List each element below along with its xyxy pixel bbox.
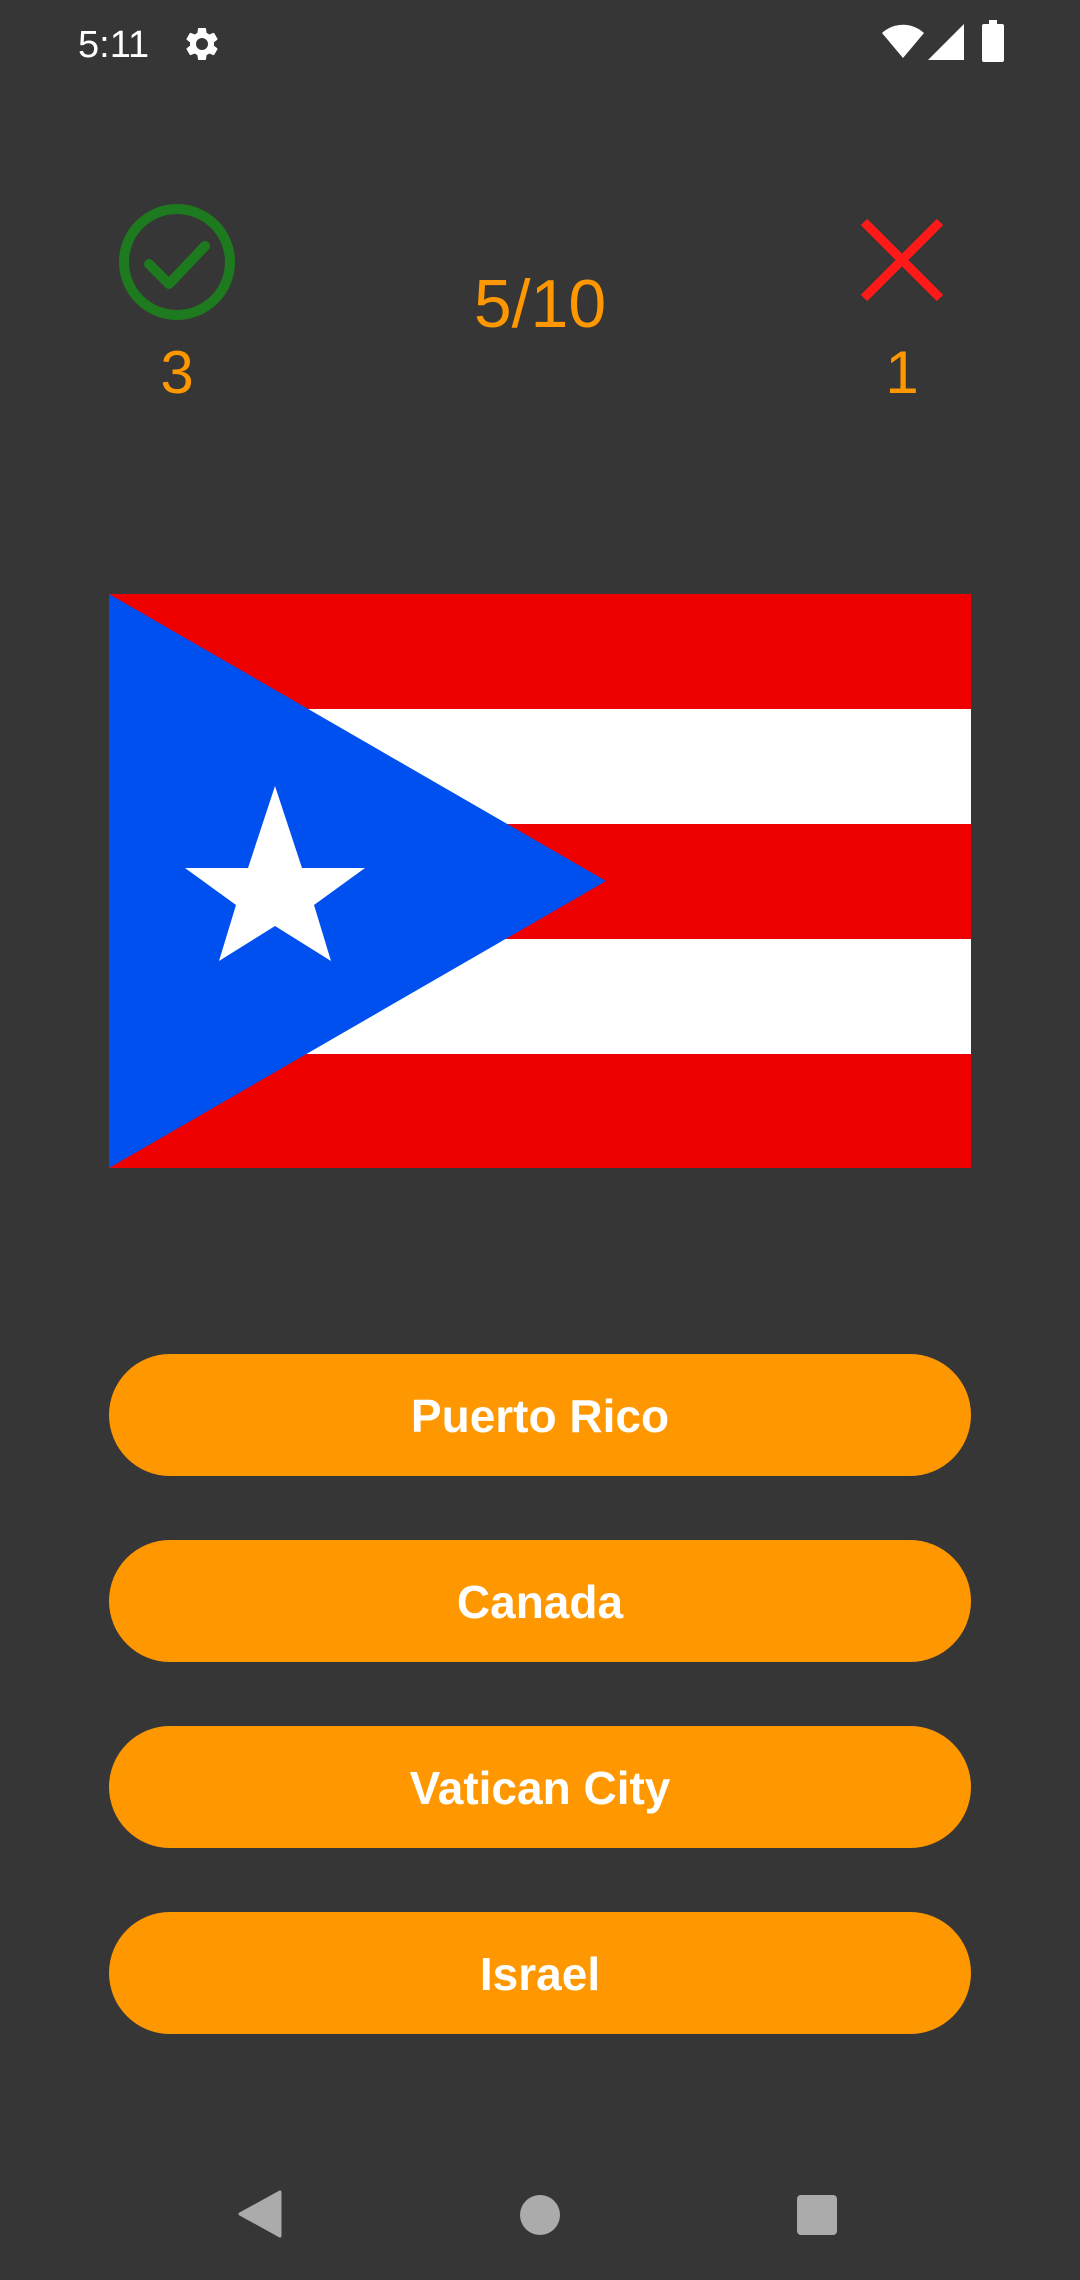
question-progress: 5/10 — [473, 266, 607, 342]
status-bar: 5:11 — [0, 0, 1080, 90]
wrong-count: 1 — [885, 339, 919, 406]
flag-image — [109, 594, 971, 1168]
close-icon — [860, 218, 944, 302]
battery-icon — [982, 20, 1004, 62]
wifi-icon — [882, 24, 924, 58]
gear-icon — [186, 27, 218, 60]
recents-icon[interactable] — [797, 2195, 837, 2235]
answer-button-canada[interactable]: Canada — [109, 1540, 971, 1662]
signal-icon — [928, 24, 964, 60]
status-time: 5:11 — [78, 24, 150, 66]
answer-button-puerto-rico[interactable]: Puerto Rico — [109, 1354, 971, 1476]
correct-count: 3 — [160, 339, 194, 406]
back-icon[interactable] — [236, 2190, 282, 2238]
check-circle-icon — [119, 204, 235, 320]
answer-button-vatican-city[interactable]: Vatican City — [109, 1726, 971, 1848]
home-icon[interactable] — [519, 2194, 561, 2236]
answer-button-israel[interactable]: Israel — [109, 1912, 971, 2034]
